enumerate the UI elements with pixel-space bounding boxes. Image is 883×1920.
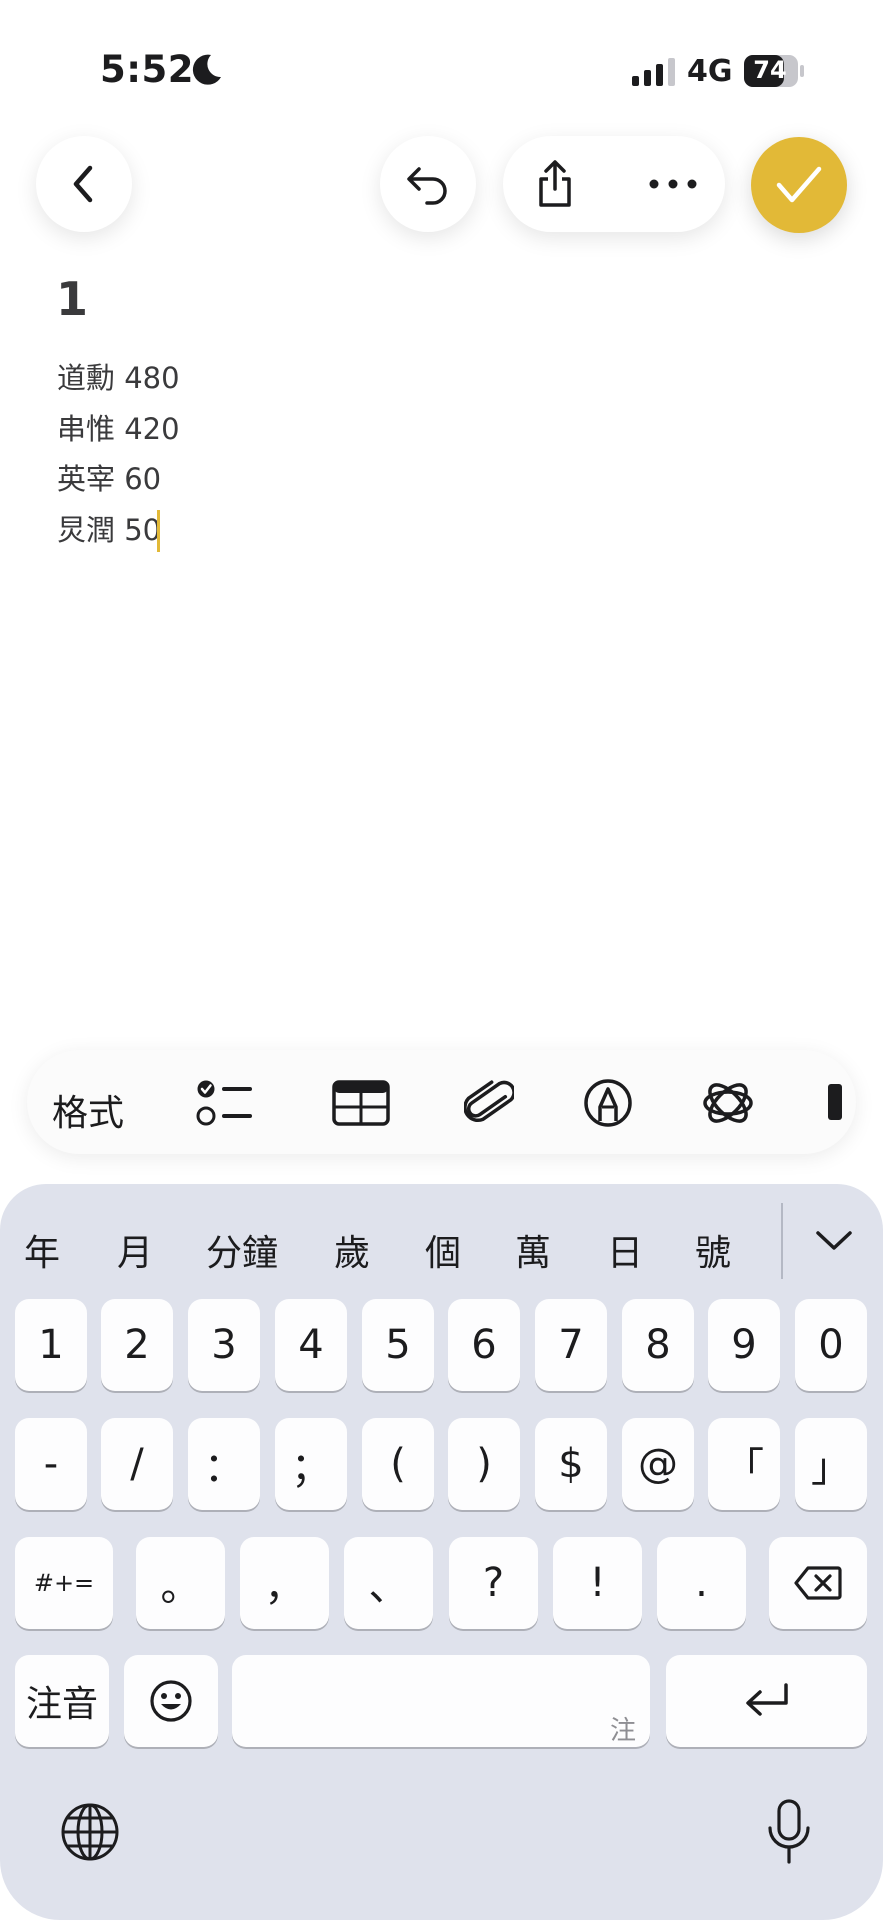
emoji-key[interactable] bbox=[124, 1655, 218, 1747]
candidate-word[interactable]: 年 bbox=[24, 1224, 60, 1276]
candidate-divider bbox=[781, 1203, 783, 1279]
chevron-left-icon bbox=[73, 165, 93, 203]
key[interactable]: $ bbox=[535, 1418, 607, 1510]
checklist-button[interactable] bbox=[193, 1072, 257, 1134]
table-icon bbox=[332, 1080, 390, 1126]
space-key[interactable] bbox=[232, 1655, 650, 1747]
key[interactable]: / bbox=[101, 1418, 173, 1510]
status-time: 5:52 bbox=[100, 48, 195, 91]
key[interactable]: . bbox=[657, 1537, 746, 1629]
candidate-word[interactable]: 日 bbox=[607, 1224, 643, 1276]
key[interactable]: 、 bbox=[344, 1537, 433, 1629]
key[interactable]: - bbox=[15, 1418, 87, 1510]
markup-pen-icon bbox=[584, 1079, 632, 1127]
more-icon bbox=[649, 179, 697, 189]
globe-icon bbox=[61, 1803, 119, 1861]
table-button[interactable] bbox=[329, 1072, 393, 1134]
emoji-icon bbox=[150, 1680, 192, 1722]
note-line[interactable]: 英宰 60 bbox=[57, 456, 161, 498]
key[interactable]: 2 bbox=[101, 1299, 173, 1391]
key[interactable]: ， bbox=[240, 1537, 329, 1629]
apple-intelligence-icon bbox=[703, 1083, 753, 1123]
microphone-icon bbox=[768, 1799, 810, 1864]
key[interactable]: ； bbox=[275, 1418, 347, 1510]
moon-icon bbox=[192, 54, 221, 85]
key[interactable]: ! bbox=[553, 1537, 642, 1629]
key[interactable]: 9 bbox=[708, 1299, 780, 1391]
candidate-word[interactable]: 個 bbox=[425, 1224, 461, 1276]
attachment-button[interactable] bbox=[457, 1072, 521, 1134]
undo-button[interactable] bbox=[380, 136, 476, 232]
more-button[interactable] bbox=[638, 140, 708, 228]
input-mode-key[interactable]: 注音 bbox=[15, 1655, 109, 1747]
note-line[interactable]: 道勳 480 bbox=[57, 355, 180, 397]
dictation-button[interactable] bbox=[764, 1798, 814, 1866]
paperclip-icon bbox=[464, 1080, 514, 1123]
key[interactable]: 1 bbox=[15, 1299, 87, 1391]
candidate-word[interactable]: 號 bbox=[695, 1224, 731, 1276]
key[interactable]: 3 bbox=[188, 1299, 260, 1391]
network-type: 4G bbox=[687, 54, 733, 89]
checklist-icon bbox=[196, 1080, 252, 1126]
key[interactable]: 「 bbox=[708, 1418, 780, 1510]
symbols-key[interactable]: #+= bbox=[15, 1537, 113, 1629]
key[interactable]: 」 bbox=[795, 1418, 867, 1510]
return-icon bbox=[745, 1683, 788, 1716]
key[interactable]: ? bbox=[449, 1537, 538, 1629]
note-line[interactable]: 炅潤 50 bbox=[57, 507, 161, 549]
candidate-word[interactable]: 歲 bbox=[334, 1224, 370, 1276]
undo-icon bbox=[407, 167, 447, 205]
key[interactable]: 4 bbox=[275, 1299, 347, 1391]
key[interactable]: ( bbox=[362, 1418, 434, 1510]
markup-button[interactable] bbox=[576, 1072, 640, 1134]
more-tools-icon[interactable] bbox=[828, 1084, 842, 1120]
keyboard bbox=[0, 1184, 883, 1920]
key[interactable]: 6 bbox=[448, 1299, 520, 1391]
return-key[interactable] bbox=[666, 1655, 867, 1747]
globe-button[interactable] bbox=[60, 1802, 120, 1862]
delete-icon bbox=[794, 1566, 842, 1600]
key[interactable]: ) bbox=[448, 1418, 520, 1510]
battery-level: 74 bbox=[753, 56, 787, 84]
back-button[interactable] bbox=[36, 136, 132, 232]
key[interactable]: @ bbox=[622, 1418, 694, 1510]
chevron-down-icon bbox=[816, 1231, 852, 1250]
writing-tools-button[interactable] bbox=[696, 1072, 760, 1134]
candidate-word[interactable]: 萬 bbox=[515, 1224, 551, 1276]
done-button[interactable] bbox=[751, 137, 847, 233]
key[interactable]: 0 bbox=[795, 1299, 867, 1391]
key[interactable]: 5 bbox=[362, 1299, 434, 1391]
key[interactable]: 8 bbox=[622, 1299, 694, 1391]
key[interactable]: 。 bbox=[136, 1537, 225, 1629]
candidate-word[interactable]: 月 bbox=[117, 1224, 153, 1276]
candidate-word[interactable]: 分鐘 bbox=[206, 1224, 278, 1276]
share-button[interactable] bbox=[520, 140, 590, 228]
expand-candidates-button[interactable] bbox=[808, 1216, 860, 1266]
signal-icon bbox=[632, 58, 675, 86]
key[interactable]: ： bbox=[188, 1418, 260, 1510]
key[interactable]: 7 bbox=[535, 1299, 607, 1391]
note-line[interactable]: 串惟 420 bbox=[57, 406, 180, 448]
format-button[interactable]: 格式 bbox=[52, 1084, 124, 1136]
delete-key[interactable] bbox=[769, 1537, 867, 1629]
checkmark-icon bbox=[776, 166, 822, 203]
note-title[interactable]: 1 bbox=[56, 272, 88, 326]
space-key-hint: 注 bbox=[610, 1716, 637, 1746]
share-icon bbox=[539, 160, 571, 207]
text-cursor bbox=[157, 510, 160, 552]
